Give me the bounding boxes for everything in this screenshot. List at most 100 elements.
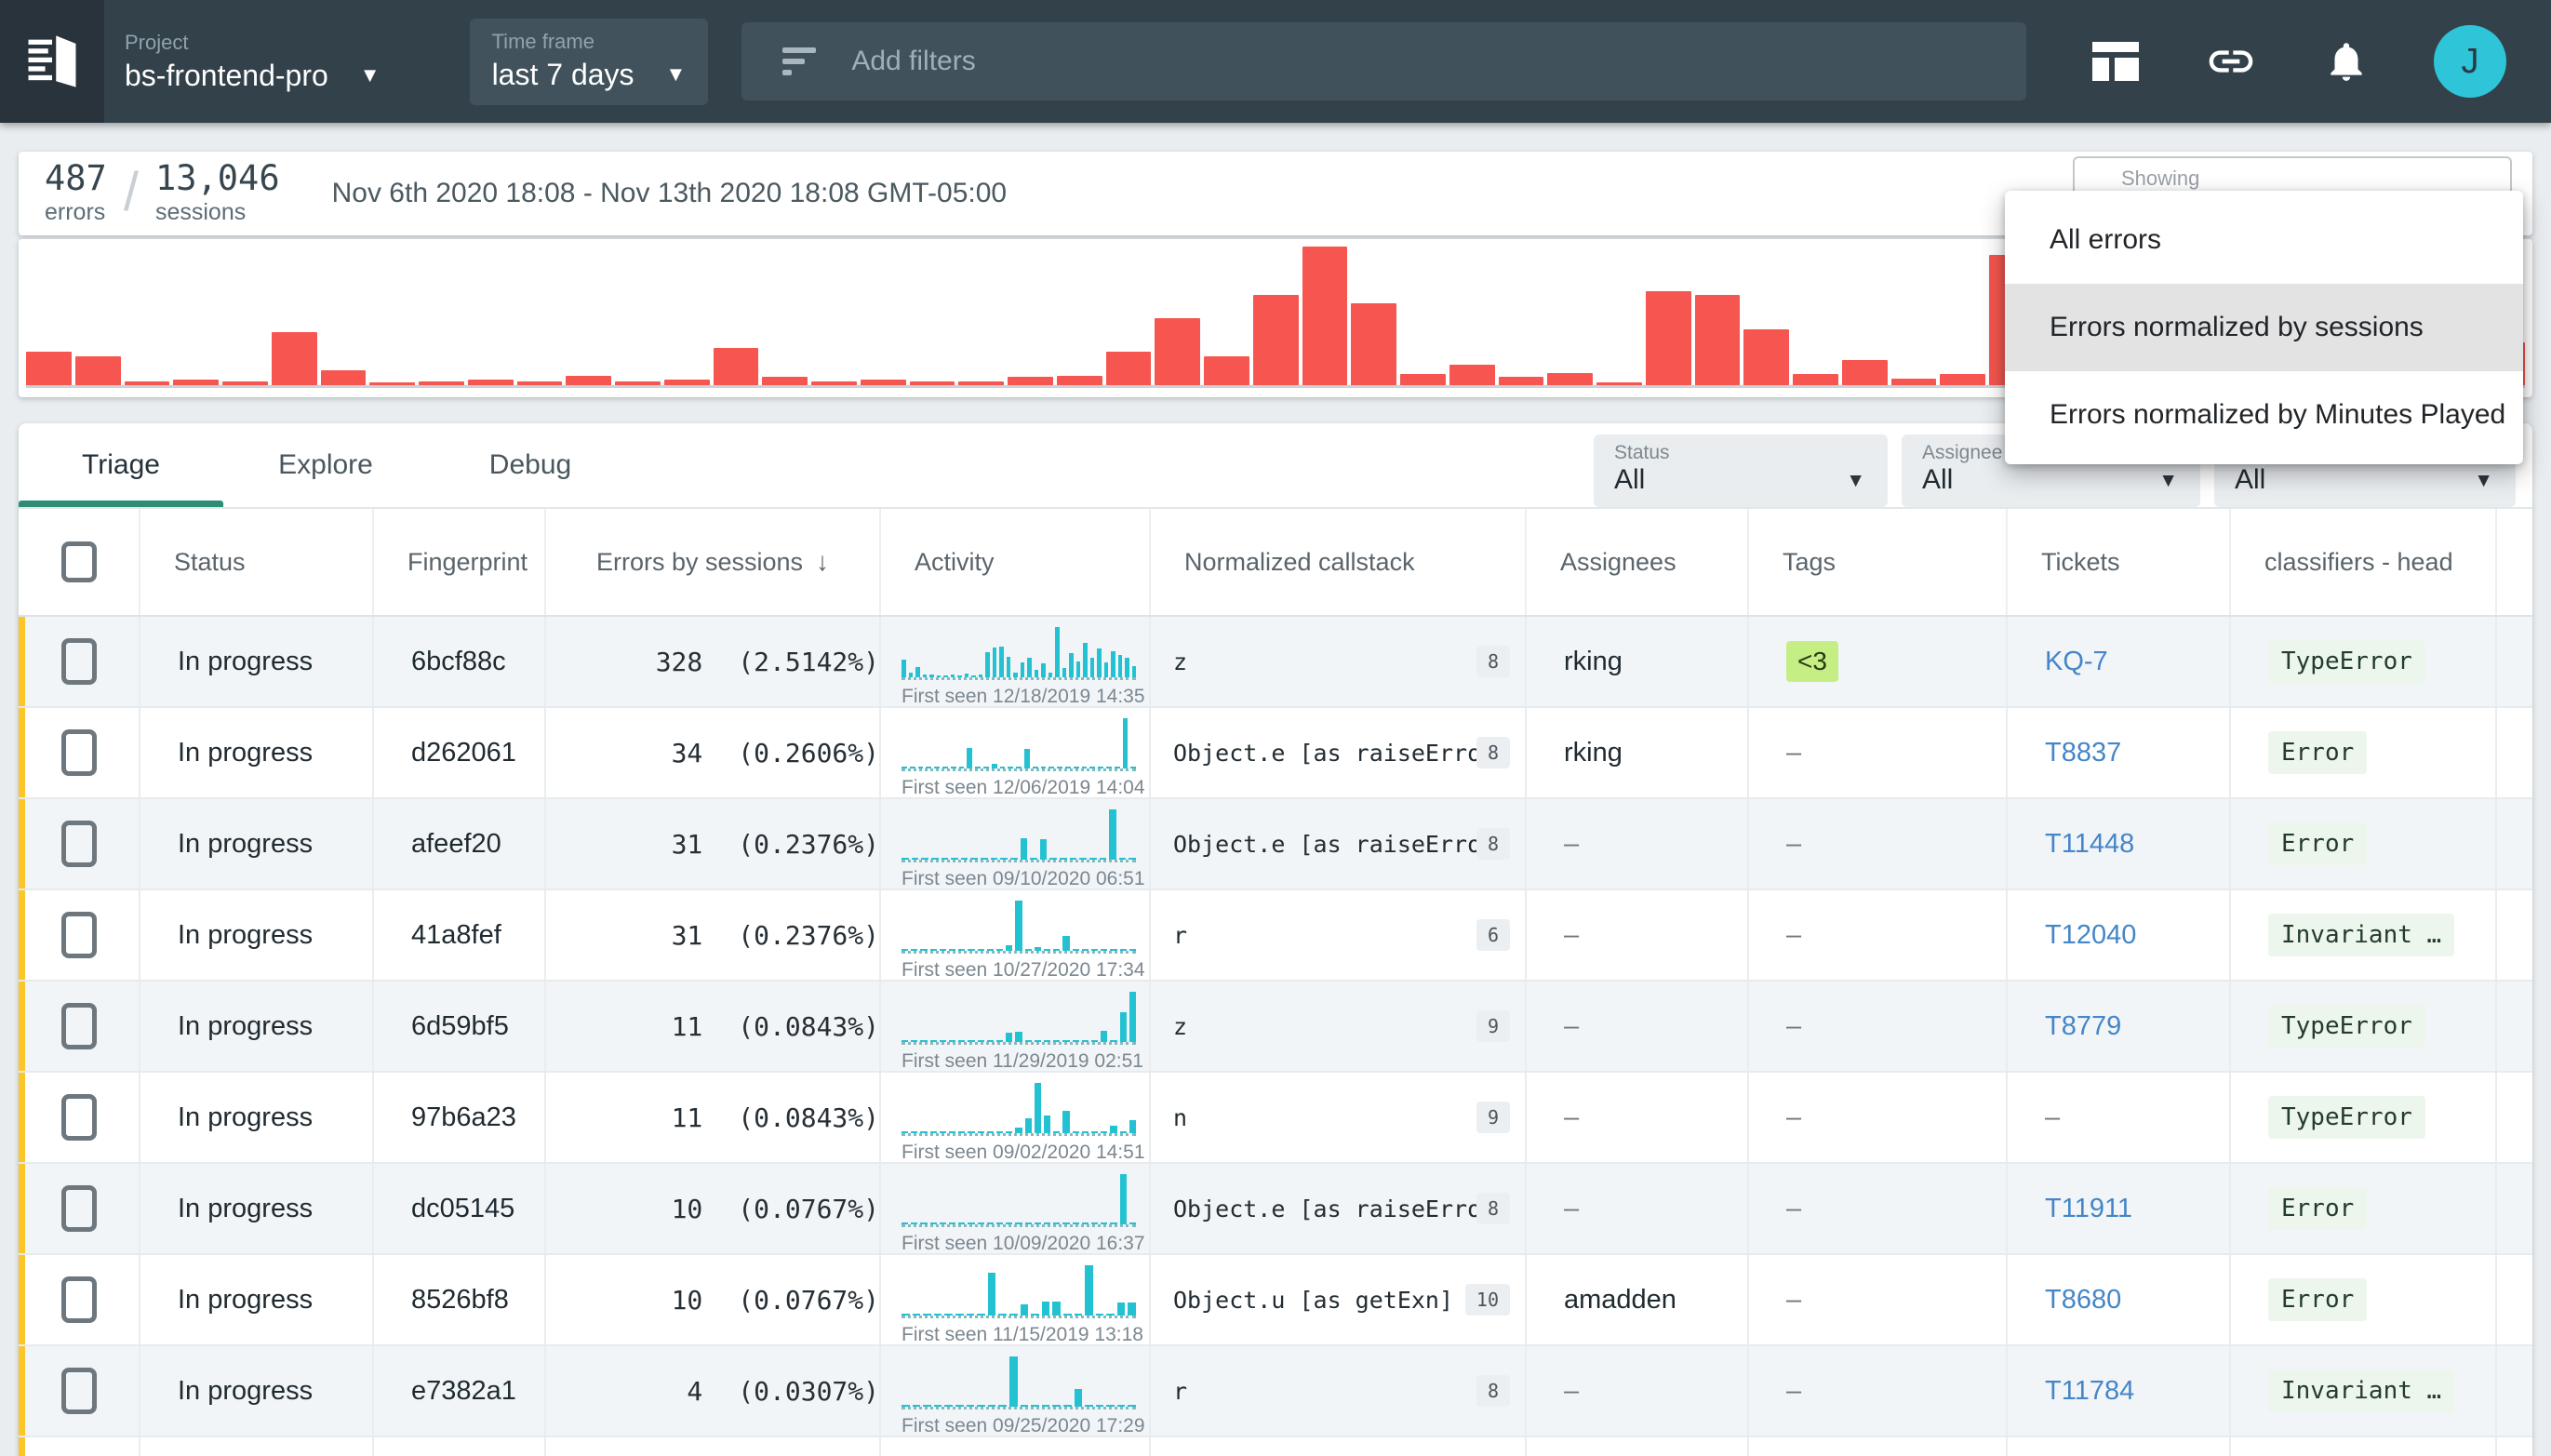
filler-cell <box>2497 708 2532 797</box>
spark-bar <box>910 767 915 768</box>
table-row[interactable]: In progressdc0514510(0.0767%)First seen … <box>19 1164 2532 1255</box>
spark-bar <box>1129 949 1136 951</box>
row-checkbox[interactable] <box>61 729 97 776</box>
row-checkbox[interactable] <box>61 638 97 685</box>
dashboard-layout-button[interactable] <box>2088 33 2144 89</box>
spark-bar <box>1055 627 1060 677</box>
table-row[interactable]: In progressd26206134(0.2606%)First seen … <box>19 708 2532 799</box>
activity-cell: First seen 11/15/2019 13:18 <box>881 1255 1151 1344</box>
table-row[interactable]: In progressafeef2031(0.2376%)First seen … <box>19 799 2532 890</box>
row-checkbox[interactable] <box>61 912 97 958</box>
add-filters-input[interactable]: Add filters <box>741 22 2026 100</box>
spark-bar <box>1062 1222 1069 1224</box>
spark-bar <box>1109 809 1116 860</box>
assignees-cell: – <box>1527 1073 1749 1162</box>
activity-sparkline <box>902 1268 1136 1318</box>
row-checkbox[interactable] <box>61 1368 97 1414</box>
select-all-checkbox[interactable] <box>61 541 97 582</box>
tickets-cell: KQ-7 <box>2008 617 2231 706</box>
table-body: In progress6bcf88c328(2.5142%)First seen… <box>19 617 2532 1456</box>
ticket-link[interactable]: T12040 <box>2045 920 2136 951</box>
tickets-cell <box>2008 1437 2231 1456</box>
spark-bar <box>996 1040 1003 1042</box>
tickets-cell: T11448 <box>2008 799 2231 888</box>
filter-select-status[interactable]: StatusAll▼ <box>1594 434 1888 507</box>
spark-bar <box>902 1314 910 1316</box>
spark-bar <box>988 1273 996 1316</box>
table-row[interactable]: In progress6d59bf511(0.0843%)First seen … <box>19 982 2532 1073</box>
row-checkbox-cell <box>19 890 140 980</box>
notifications-button[interactable] <box>2318 33 2374 89</box>
spark-bar <box>909 673 914 677</box>
errors-count: 11 <box>557 1102 702 1133</box>
timeframe-selector[interactable]: Time frame last 7 days ▼ <box>470 19 709 105</box>
column-header-checkbox <box>19 509 140 615</box>
ticket-link[interactable]: T11911 <box>2045 1194 2132 1224</box>
activity-sparkline-wrap: First seen 09/10/2020 06:51 <box>902 799 1136 888</box>
spark-bar <box>1091 1222 1098 1224</box>
assignees-cell: – <box>1527 982 1749 1071</box>
row-checkbox-cell <box>19 1255 140 1344</box>
timeframe-label: Time frame <box>492 30 687 54</box>
row-checkbox[interactable] <box>61 1276 97 1323</box>
spark-bar <box>1123 718 1129 768</box>
activity-sparkline <box>902 1359 1136 1409</box>
ticket-link[interactable]: KQ-7 <box>2045 647 2108 677</box>
spark-bar <box>1063 1314 1072 1316</box>
copy-link-button[interactable] <box>2203 33 2259 89</box>
table-row[interactable]: In progress6bcf88c328(2.5142%)First seen… <box>19 617 2532 708</box>
assignees-cell <box>1527 1437 1749 1456</box>
table-row[interactable]: In progress8526bf810(0.0767%)First seen … <box>19 1255 2532 1346</box>
errors-count: 31 <box>557 920 702 951</box>
frame-count-badge: 8 <box>1476 1375 1510 1407</box>
filler-cell <box>2497 1437 2532 1456</box>
frame-count-badge: 8 <box>1476 737 1510 768</box>
ticket-link[interactable]: T8837 <box>2045 738 2121 768</box>
spark-bar <box>978 1040 984 1042</box>
row-checkbox[interactable] <box>61 1003 97 1049</box>
errors-percent: (0.0843%) <box>738 1011 879 1042</box>
bar <box>517 381 563 385</box>
status-cell: In progress <box>140 1346 374 1436</box>
spark-bar <box>944 1405 953 1407</box>
user-avatar[interactable]: J <box>2434 25 2506 98</box>
ticket-link[interactable]: T11784 <box>2045 1376 2134 1407</box>
row-checkbox-cell <box>19 1346 140 1436</box>
tab-debug[interactable]: Debug <box>428 423 633 507</box>
filter-icon <box>782 47 816 75</box>
spark-bar <box>1013 673 1018 677</box>
spark-bar <box>1053 1131 1060 1133</box>
row-checkbox[interactable] <box>61 821 97 867</box>
errors-count: 10 <box>557 1285 702 1316</box>
column-header-label: Fingerprint <box>407 548 528 577</box>
bar <box>1499 377 1544 385</box>
bar <box>1253 295 1299 385</box>
table-row[interactable]: In progress97b6a2311(0.0843%)First seen … <box>19 1073 2532 1164</box>
assignee-value: amadden <box>1564 1285 1676 1316</box>
table-row-partial[interactable] <box>19 1437 2532 1456</box>
ticket-link[interactable]: T8779 <box>2045 1011 2121 1042</box>
sort-desc-icon[interactable]: ↓ <box>816 547 829 577</box>
activity-sparkline-wrap: First seen 12/06/2019 14:04 <box>902 708 1136 797</box>
spark-bar <box>1042 1302 1050 1316</box>
menu-item-1[interactable]: Errors normalized by sessions <box>2005 284 2523 371</box>
status-cell: In progress <box>140 1073 374 1162</box>
row-checkbox[interactable] <box>61 1185 97 1232</box>
tab-triage[interactable]: Triage <box>19 423 223 507</box>
fingerprint-value: afeef20 <box>411 829 501 860</box>
row-checkbox[interactable] <box>61 1094 97 1141</box>
ticket-link[interactable]: T8680 <box>2045 1285 2121 1316</box>
errors-percent: (0.2376%) <box>738 920 879 951</box>
spark-bar <box>1106 767 1112 768</box>
menu-item-2[interactable]: Errors normalized by Minutes Played <box>2005 371 2523 459</box>
ticket-link[interactable]: T11448 <box>2045 829 2134 860</box>
app-logo[interactable] <box>0 0 104 123</box>
menu-item-0[interactable]: All errors <box>2005 196 2523 284</box>
tab-explore[interactable]: Explore <box>223 423 428 507</box>
table-row[interactable]: In progresse7382a14(0.0307%)First seen 0… <box>19 1346 2532 1437</box>
errors-count-block: 487 errors <box>45 161 107 226</box>
table-row[interactable]: In progress41a8fef31(0.2376%)First seen … <box>19 890 2532 982</box>
spark-bar <box>971 675 976 677</box>
filler-cell <box>2497 982 2532 1071</box>
project-selector[interactable]: Project bs-frontend-pro ▼ <box>125 31 381 93</box>
